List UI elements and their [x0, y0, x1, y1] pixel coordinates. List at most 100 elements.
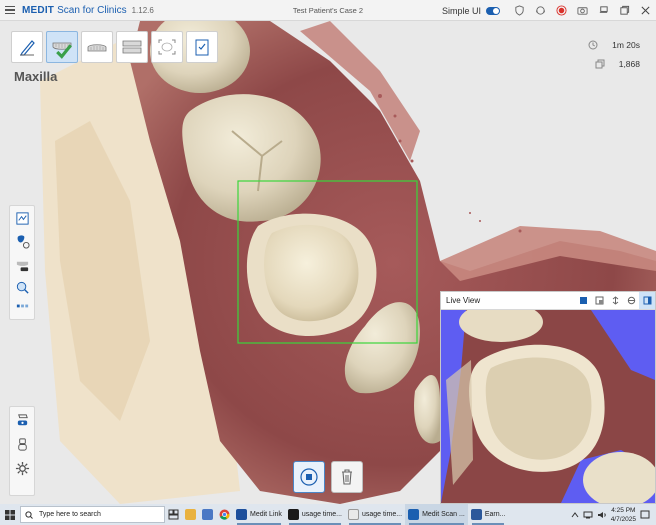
smart-scan-button[interactable] [13, 278, 31, 296]
chrome-icon [219, 509, 230, 520]
filter-icon [15, 211, 29, 225]
shield-icon[interactable] [509, 0, 530, 21]
tooth-gear-icon [17, 234, 30, 249]
windows-icon [5, 509, 15, 520]
volume-icon[interactable] [597, 511, 607, 519]
complete-stage-button[interactable] [186, 31, 218, 63]
task-view-icon [168, 509, 179, 520]
live-view-flip-button[interactable] [607, 292, 623, 309]
color-mode-icon [579, 297, 587, 304]
live-view-color-button[interactable] [575, 292, 591, 309]
scanner-status-button[interactable] [13, 411, 31, 429]
simple-ui-toggle[interactable] [486, 6, 500, 15]
task-view-button[interactable] [165, 504, 182, 525]
chrome-button[interactable] [216, 504, 233, 525]
taskbar-app-label: Earn... [484, 511, 506, 518]
rotate-icon [627, 296, 635, 305]
maxilla-stage-button[interactable] [46, 31, 78, 63]
trash-icon [342, 469, 352, 485]
checklist-icon [195, 39, 209, 56]
taskbar-app-word[interactable]: Earn... [468, 504, 509, 525]
taskbar-app-label: usage time... [301, 511, 342, 518]
occlusion-icon [122, 40, 142, 54]
more-tools-button[interactable] [13, 301, 31, 309]
stop-icon [300, 468, 318, 486]
clock-date: 4/7/2025 [610, 515, 636, 523]
scan-filter-button[interactable] [13, 209, 31, 227]
edit-icon [20, 40, 35, 56]
live-view-panel[interactable]: Live View [440, 291, 656, 504]
taskbar-app-medit-scan[interactable]: Medit Scan ... [405, 504, 468, 525]
restore-icon[interactable] [614, 0, 635, 21]
minimize-icon[interactable] [593, 0, 614, 21]
scan-time: 1m 20s [612, 39, 640, 50]
brand-name: MEDIT [22, 4, 55, 16]
live-view-header: Live View [441, 292, 655, 310]
taskbar: Type here to search Medit Link usage tim… [0, 504, 656, 525]
live-view-dock-button[interactable] [639, 292, 655, 309]
occlusion-stage-button[interactable] [116, 31, 148, 63]
taskbar-search[interactable]: Type here to search [20, 506, 165, 523]
store-button[interactable] [199, 504, 216, 525]
live-view-rotate-button[interactable] [623, 292, 639, 309]
teeth-off-icon [16, 261, 28, 271]
settings-button[interactable] [13, 459, 31, 477]
app-version: 1.12.6 [131, 5, 154, 15]
camera-icon[interactable] [572, 0, 593, 21]
taskbar-app-usage-time-2[interactable]: usage time... [345, 504, 405, 525]
taskbar-clock[interactable]: 4:25 PM 4/7/2025 [611, 506, 636, 524]
close-icon[interactable] [635, 0, 656, 21]
menu-icon[interactable] [0, 0, 20, 21]
hand-tool-button[interactable] [13, 435, 31, 453]
app-icon [347, 509, 359, 520]
dock-icon [643, 296, 651, 305]
chevron-up-icon[interactable] [571, 511, 579, 519]
clock-icon [588, 40, 598, 49]
word-icon [470, 509, 482, 520]
scan-viewport[interactable]: Maxilla 1m 20s 1,868 Live View [0, 21, 656, 504]
arch-selector-button[interactable] [13, 255, 31, 273]
search-placeholder: Type here to search [39, 511, 101, 518]
magnifier-icon [16, 281, 29, 294]
dots-icon [16, 304, 28, 307]
taskbar-app-usage-time-1[interactable]: usage time... [285, 504, 345, 525]
record-icon[interactable] [551, 0, 572, 21]
left-bottom-toolbar [9, 406, 35, 496]
gear-icon [15, 461, 29, 475]
network-icon[interactable] [583, 511, 593, 519]
product-name: Scan for Clinics [57, 4, 127, 16]
prep-stage-button[interactable] [11, 31, 43, 63]
scan-stats: 1m 20s 1,868 [588, 35, 640, 73]
start-button[interactable] [0, 504, 20, 525]
flip-icon [612, 296, 618, 305]
stage-toolbar [11, 31, 218, 63]
file-explorer-button[interactable] [182, 504, 199, 525]
mandible-stage-button[interactable] [81, 31, 113, 63]
simple-ui-label: Simple UI [441, 5, 481, 16]
arch-label: Maxilla [14, 69, 58, 84]
store-icon [202, 509, 213, 520]
search-icon [25, 510, 33, 519]
clock-time: 4:25 PM [611, 506, 636, 514]
align-icon [158, 39, 176, 55]
hand-icon [17, 437, 27, 451]
medit-scan-icon [408, 509, 420, 520]
taskbar-app-label: Medit Link [250, 511, 282, 518]
scanner-icon [17, 413, 28, 425]
scan-controls [293, 461, 363, 493]
support-icon[interactable] [530, 0, 551, 21]
folder-icon [185, 509, 196, 520]
mono-mode-icon [595, 296, 603, 305]
notification-icon[interactable] [640, 510, 650, 520]
tooth-settings-button[interactable] [13, 232, 31, 250]
check-icon [56, 44, 72, 59]
delete-button[interactable] [331, 461, 363, 493]
title-bar: MEDIT Scan for Clinics 1.12.6 Test Patie… [0, 0, 656, 21]
taskbar-app-medit-link[interactable]: Medit Link [233, 504, 285, 525]
align-stage-button[interactable] [151, 31, 183, 63]
taskbar-app-label: Medit Scan ... [422, 511, 465, 518]
left-toolbar [9, 205, 35, 320]
stop-scan-button[interactable] [293, 461, 325, 493]
system-tray: 4:25 PM 4/7/2025 [571, 504, 656, 525]
live-view-mono-button[interactable] [591, 292, 607, 309]
